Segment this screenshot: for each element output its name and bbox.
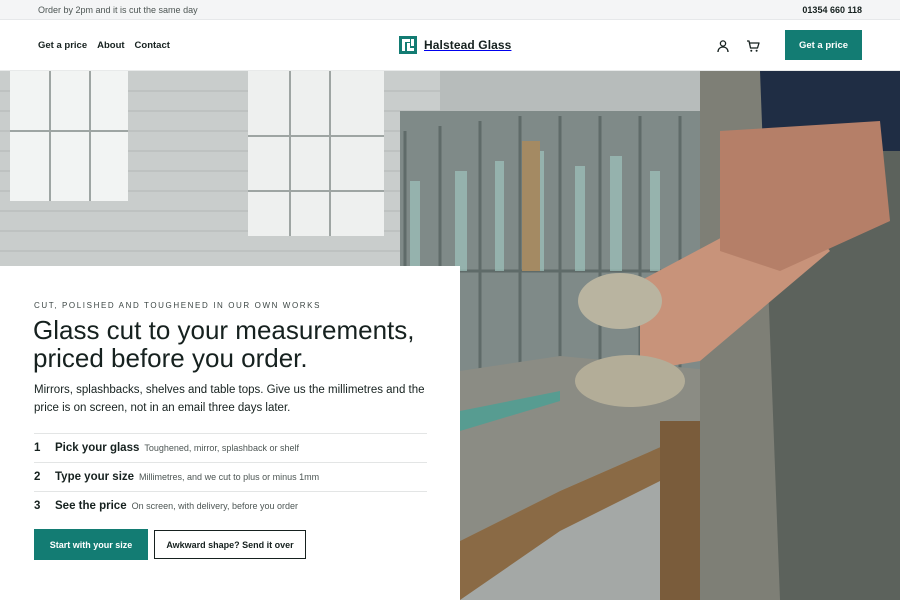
step-item: 1 Pick your glass Toughened, mirror, spl… — [34, 433, 427, 462]
step-title: Type your size — [55, 471, 135, 483]
phone-link[interactable]: 01354 660 118 — [802, 5, 862, 15]
hero-headline: Glass cut to your measurements, priced b… — [33, 315, 415, 373]
nav-link-contact[interactable]: Contact — [135, 40, 170, 51]
brand-name: Halstead Glass — [424, 38, 512, 52]
step-description: On screen, with delivery, before you ord… — [131, 501, 299, 511]
brand-mark-icon — [399, 36, 417, 54]
step-item: 3 See the price On screen, with delivery… — [34, 491, 427, 520]
nav-link-get-a-price[interactable]: Get a price — [38, 40, 87, 51]
header-get-a-price-button[interactable]: Get a price — [785, 30, 862, 60]
announcement-message: Order by 2pm and it is cut the same day — [38, 5, 198, 15]
user-icon[interactable] — [716, 39, 730, 53]
step-title: Pick your glass — [55, 442, 140, 454]
steps-list: 1 Pick your glass Toughened, mirror, spl… — [34, 433, 427, 520]
step-number: 3 — [34, 500, 41, 512]
hero-eyebrow: CUT, POLISHED AND TOUGHENED IN OUR OWN W… — [34, 301, 322, 310]
step-item: 2 Type your size Millimetres, and we cut… — [34, 462, 427, 491]
start-with-size-button[interactable]: Start with your size — [34, 529, 148, 560]
step-number: 1 — [34, 442, 41, 454]
step-number: 2 — [34, 471, 41, 483]
step-description: Toughened, mirror, splashback or shelf — [144, 443, 299, 453]
hero-description: Mirrors, splashbacks, shelves and table … — [34, 384, 425, 414]
send-awkward-shape-button[interactable]: Awkward shape? Send it over — [154, 530, 306, 559]
cart-icon[interactable] — [746, 39, 760, 53]
step-description: Millimetres, and we cut to plus or minus… — [139, 472, 320, 482]
brand-logo-link[interactable]: Halstead Glass — [399, 36, 511, 54]
site-header: Get a price About Contact Halstead Glass… — [0, 20, 900, 71]
step-title: See the price — [55, 500, 127, 512]
announcement-bar: Order by 2pm and it is cut the same day … — [0, 0, 900, 20]
nav-link-about[interactable]: About — [97, 40, 124, 51]
main-nav: Get a price About Contact — [38, 40, 170, 51]
